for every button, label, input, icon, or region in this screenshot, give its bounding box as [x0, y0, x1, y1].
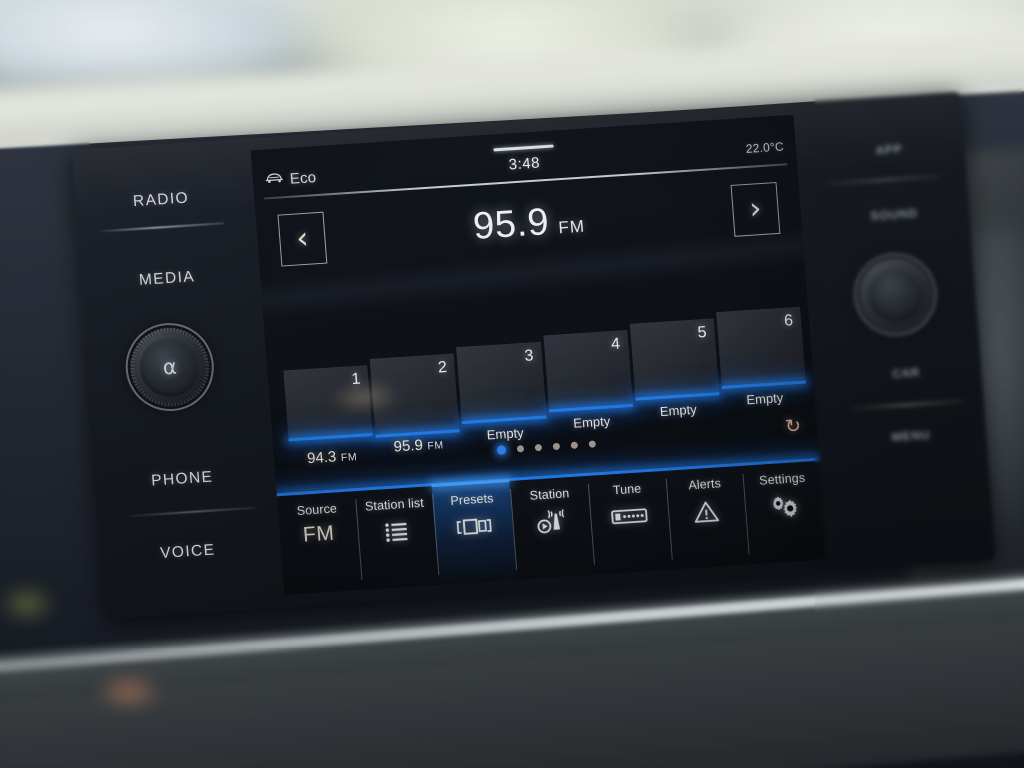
power-volume-knob[interactable]: ⍺	[126, 324, 213, 410]
hardkey-phone[interactable]: PHONE	[97, 465, 268, 494]
presets-carousel: 1 94.3 FM 2 95.9 FM 3 Empty 4 Empty 5 Em…	[280, 293, 808, 467]
next-station-button[interactable]: ›	[730, 181, 781, 237]
list-icon	[383, 518, 409, 545]
preset-number: 2	[437, 358, 448, 377]
hardkey-separator-1	[100, 222, 225, 233]
hardkey-voice[interactable]: VOICE	[102, 538, 273, 567]
tune-slider-icon	[610, 502, 648, 530]
toolbar-item-alerts[interactable]: Alerts	[665, 466, 750, 570]
hardkey-separator-3	[824, 175, 943, 185]
hardkey-radio[interactable]: RADIO	[76, 186, 247, 215]
toolbar-settings-label: Settings	[758, 470, 806, 488]
toolbar-item-presets[interactable]: Presets	[431, 481, 518, 585]
hardkey-app-label: APP	[875, 143, 904, 158]
page-dot-4[interactable]	[552, 442, 560, 451]
toolbar-item-station[interactable]: Station	[510, 476, 595, 580]
chevron-right-icon: ›	[748, 191, 763, 227]
toolbar-tune-label: Tune	[612, 481, 642, 498]
preset-tile-2[interactable]: 2 95.9 FM	[369, 353, 460, 456]
page-dot-5[interactable]	[570, 441, 578, 450]
clock-top-bar	[493, 144, 554, 151]
power-icon: ⍺	[161, 355, 178, 379]
hardkey-app[interactable]: APP	[814, 140, 965, 162]
hardkey-car[interactable]: CAR	[831, 363, 982, 385]
hardkey-radio-label: RADIO	[132, 189, 190, 211]
clock-text: 3:48	[508, 153, 541, 173]
toolbar-alerts-label: Alerts	[687, 476, 722, 493]
hardkey-car-label: CAR	[892, 366, 921, 381]
toolbar-item-source[interactable]: Source FM	[277, 491, 362, 595]
hardkey-sound[interactable]: SOUND	[819, 204, 970, 226]
preset-tile-4[interactable]: 4 Empty	[542, 330, 633, 431]
preset-accent-underline	[288, 432, 373, 442]
preset-empty-label: Empty	[486, 425, 525, 443]
toolbar-item-settings[interactable]: Settings	[742, 461, 827, 565]
preset-tile-6[interactable]: 6 Empty	[716, 306, 806, 407]
current-station: 95.9 FM	[256, 185, 802, 263]
repeat-icon[interactable]: ↻	[784, 415, 802, 439]
hardkey-phone-label: PHONE	[150, 468, 214, 490]
preset-empty-label: Empty	[745, 390, 784, 408]
toolbar-presets-label: Presets	[449, 491, 494, 508]
hardkey-separator-4	[851, 400, 964, 410]
hardkey-separator-2	[129, 506, 256, 517]
touchscreen-display[interactable]: Eco 3:48 22.0°C ‹ 95.9 FM › 1 94.3 FM 2 …	[250, 114, 828, 596]
hardkey-menu-label: MENU	[891, 429, 931, 444]
preset-tile-5[interactable]: 5 Empty	[629, 318, 720, 419]
hardkey-voice-label: VOICE	[159, 541, 217, 563]
page-dot-6[interactable]	[588, 440, 596, 448]
preset-caption: Empty	[549, 411, 634, 434]
preset-number: 1	[350, 370, 362, 389]
reflection-green	[0, 586, 54, 622]
infotainment-photo: RADIO MEDIA ⍺ PHONE VOICE APP SOUND CAR …	[0, 0, 1024, 768]
toolbar-item-tune[interactable]: Tune	[587, 471, 672, 575]
station-frequency: 95.9	[471, 201, 551, 248]
gears-icon	[767, 492, 801, 520]
preset-caption: Empty	[722, 387, 807, 410]
preset-caption: Empty	[463, 423, 548, 446]
preset-number: 5	[696, 323, 708, 342]
preset-tile-3[interactable]: 3 Empty	[456, 341, 547, 442]
hardkey-menu[interactable]: MENU	[836, 426, 987, 448]
hardkey-media-label: MEDIA	[138, 268, 196, 289]
presets-carousel-icon	[454, 512, 494, 540]
hardkey-media[interactable]: MEDIA	[82, 265, 253, 294]
preset-empty-label: Empty	[659, 401, 698, 420]
preset-caption: Empty	[636, 399, 721, 422]
broadcast-tower-icon	[536, 507, 568, 535]
toolbar-source-label: Source	[296, 501, 338, 519]
preset-empty-label: Empty	[572, 413, 611, 431]
eco-indicator: Eco	[264, 168, 317, 189]
page-dot-3[interactable]	[534, 443, 542, 452]
page-dot-2[interactable]	[516, 445, 524, 453]
reflection-amber	[95, 672, 163, 712]
tune-sound-knob[interactable]	[855, 255, 936, 334]
preset-number: 3	[523, 347, 535, 365]
preset-tile-1[interactable]: 1 94.3 FM	[283, 365, 373, 467]
preset-number: 4	[610, 335, 621, 354]
preset-number: 6	[783, 312, 794, 330]
warning-triangle-icon	[693, 497, 721, 525]
station-band: FM	[557, 216, 586, 238]
toolbar-station-label: Station	[529, 486, 570, 503]
toolbar-item-station-list[interactable]: Station list	[354, 486, 439, 590]
cabin-temperature: 22.0°C	[745, 139, 785, 156]
head-unit: RADIO MEDIA ⍺ PHONE VOICE APP SOUND CAR …	[72, 91, 996, 619]
toolbar-source-value: FM	[302, 521, 336, 547]
eco-label: Eco	[289, 168, 317, 188]
car-eco-icon	[264, 170, 284, 189]
hardkey-sound-label: SOUND	[870, 207, 919, 223]
toolbar-station-list-label: Station list	[364, 495, 425, 514]
page-dot-1[interactable]	[496, 445, 506, 455]
status-clock: 3:48	[493, 144, 554, 173]
tune-knob-ridges	[855, 255, 936, 334]
left-hardkey-column: RADIO MEDIA ⍺ PHONE VOICE	[72, 139, 277, 619]
